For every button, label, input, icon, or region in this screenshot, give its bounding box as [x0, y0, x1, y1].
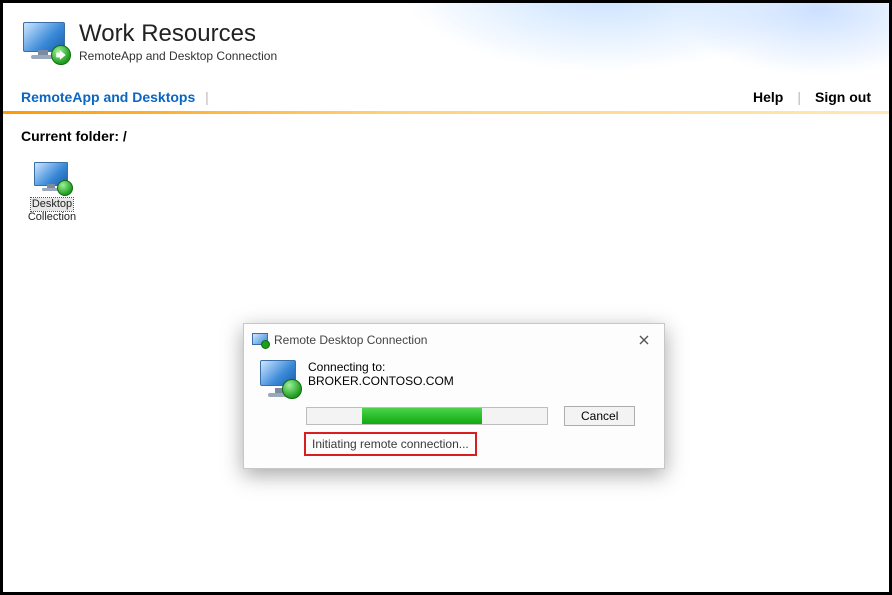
current-folder-label: Current folder: / [21, 128, 871, 144]
content-area: Current folder: / Desktop Collection [3, 114, 889, 237]
remote-desktop-icon [21, 22, 67, 62]
page-title: Work Resources [79, 21, 277, 47]
close-button[interactable] [632, 330, 656, 350]
dialog-titlebar: Remote Desktop Connection [244, 324, 664, 356]
resource-item-label: Collection [28, 211, 76, 223]
close-icon [639, 335, 649, 345]
connecting-to-label: Connecting to: [308, 360, 454, 374]
cancel-button[interactable]: Cancel [564, 406, 635, 426]
dialog-title: Remote Desktop Connection [274, 333, 427, 347]
remote-desktop-connection-dialog: Remote Desktop Connection Connecting to:… [243, 323, 665, 469]
nav-separator: | [797, 89, 801, 105]
resource-item-label: Desktop [31, 198, 73, 211]
page-subtitle: RemoteApp and Desktop Connection [79, 49, 277, 63]
nav-separator: | [205, 89, 209, 105]
nav-bar: RemoteApp and Desktops | Help | Sign out [3, 81, 889, 111]
progress-bar [306, 407, 548, 425]
help-link[interactable]: Help [753, 89, 783, 105]
connection-status: Initiating remote connection... [306, 434, 475, 454]
connecting-host: BROKER.CONTOSO.COM [308, 374, 454, 388]
tab-remoteapp-desktops[interactable]: RemoteApp and Desktops [21, 89, 195, 105]
page-header: Work Resources RemoteApp and Desktop Con… [3, 3, 889, 81]
remote-desktop-icon [34, 162, 70, 194]
remote-desktop-icon [258, 360, 298, 396]
resource-item-desktop-collection[interactable]: Desktop Collection [21, 162, 83, 223]
remote-desktop-icon [252, 333, 268, 347]
sign-out-link[interactable]: Sign out [815, 89, 871, 105]
app-window: Work Resources RemoteApp and Desktop Con… [0, 0, 892, 595]
